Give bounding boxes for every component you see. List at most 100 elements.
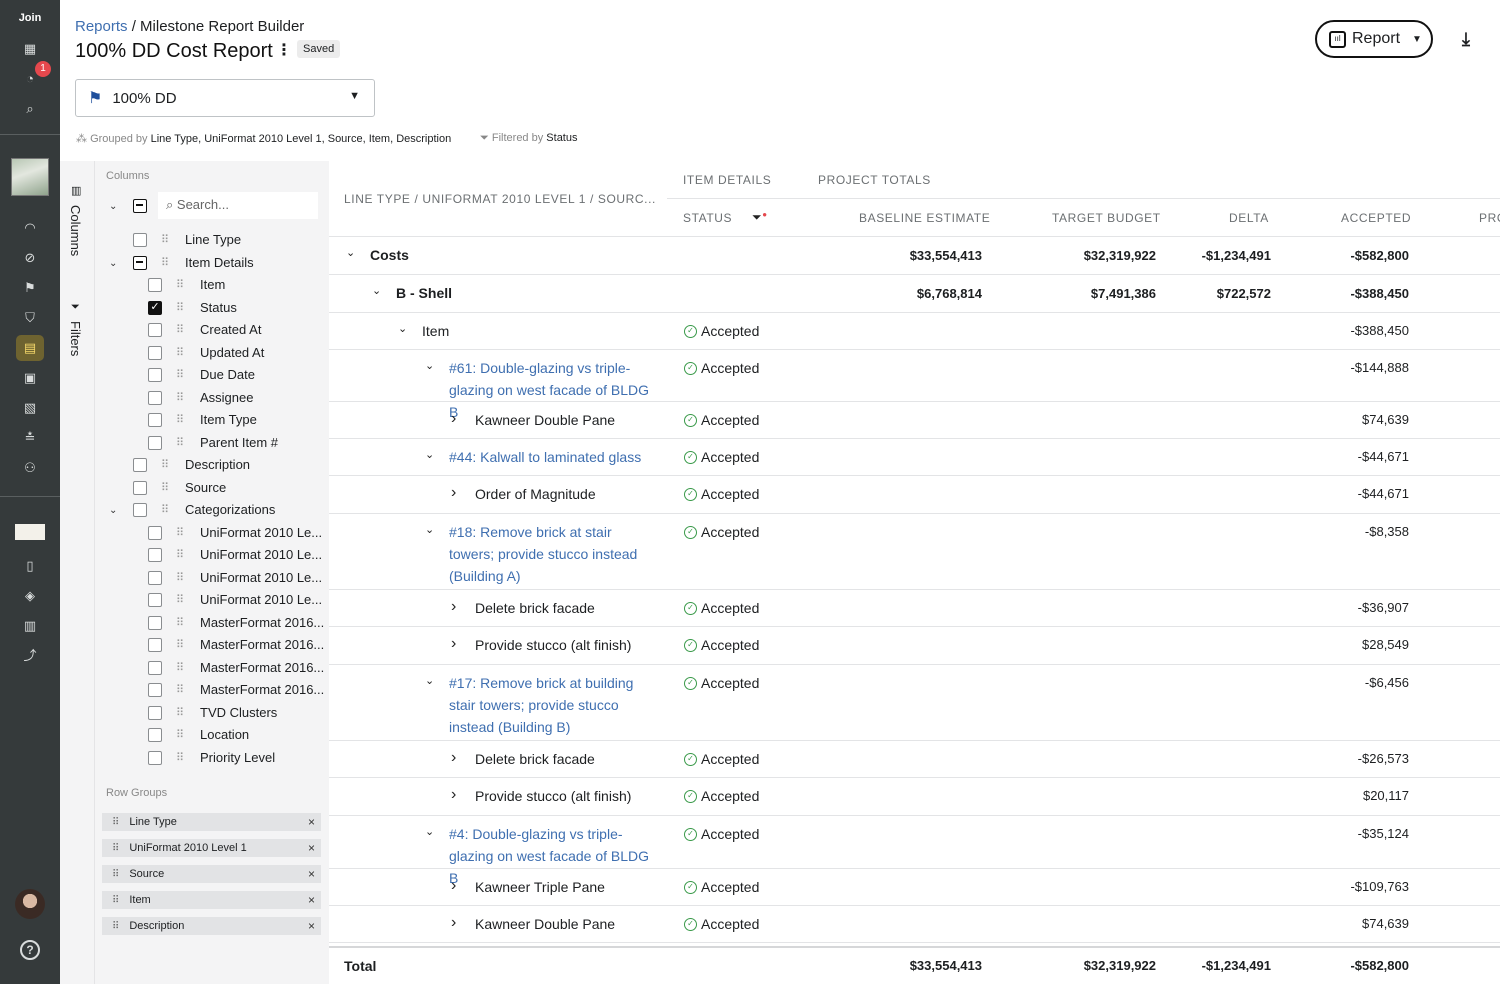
table-row[interactable]: › Kawneer Double Pane ✓ Accepted $74,639	[329, 906, 1500, 943]
column-checkbox[interactable]	[148, 525, 162, 540]
drag-handle-icon[interactable]: ⠿	[161, 256, 169, 269]
flag-icon[interactable]: ⚑	[20, 278, 40, 298]
column-search-input[interactable]: ⌕ Search...	[158, 192, 318, 219]
remove-icon[interactable]: ×	[308, 919, 315, 933]
remove-icon[interactable]: ×	[308, 893, 315, 907]
drag-handle-icon[interactable]: ⠿	[112, 921, 119, 932]
drag-handle-icon[interactable]: ⠿	[112, 817, 119, 828]
column-checkbox[interactable]	[148, 368, 162, 382]
column-checkbox[interactable]	[148, 390, 162, 405]
drag-handle-icon[interactable]: ⠿	[176, 638, 184, 651]
table-row[interactable]: › Order of Magnitude ✓ Accepted -$44,671	[329, 476, 1500, 514]
chevron-down-icon[interactable]: ⌄	[425, 674, 434, 688]
chevron-right-icon[interactable]: ›	[451, 915, 456, 931]
book-icon[interactable]: ▯	[20, 556, 40, 576]
chevron-right-icon[interactable]: ›	[451, 599, 456, 615]
row-label[interactable]: #44: Kalwall to laminated glass	[449, 446, 654, 468]
table-row[interactable]: › Kawneer Triple Pane ✓ Accepted -$109,763	[329, 869, 1500, 906]
remove-icon[interactable]: ×	[308, 841, 315, 855]
drag-handle-icon[interactable]: ⠿	[176, 346, 184, 359]
column-checkbox[interactable]	[148, 278, 162, 292]
chevron-down-icon[interactable]: ⌄	[372, 284, 381, 298]
table-row[interactable]: ⌄ #4: Double-glazing vs triple-glazing on…	[329, 816, 1500, 886]
grouped-by-summary[interactable]: ⁂ Grouped by Line Type, UniFormat 2010 L…	[76, 132, 451, 145]
drag-handle-icon[interactable]: ⠿	[176, 278, 184, 291]
column-checkbox[interactable]	[148, 615, 162, 630]
table-row[interactable]: › Delete brick facade ✓ Accepted -$36,907	[329, 590, 1500, 627]
breadcrumb-reports-link[interactable]: Reports	[75, 18, 128, 35]
column-checkbox[interactable]	[148, 413, 162, 427]
drag-handle-icon[interactable]: ⠿	[176, 368, 184, 381]
documents-icon[interactable]: ▧	[20, 398, 40, 418]
drag-handle-icon[interactable]: ⠿	[112, 895, 119, 906]
trend-icon[interactable]: ⤴	[20, 646, 40, 666]
table-row[interactable]: ⌄ #61: Double-glazing vs triple-glazing o…	[329, 350, 1500, 420]
chevron-down-icon[interactable]: ⌄	[425, 825, 434, 839]
table-row[interactable]: ⌄ Item ✓ Accepted -$388,450	[329, 313, 1500, 350]
drag-handle-icon[interactable]: ⠿	[176, 616, 184, 629]
bar-chart-icon[interactable]: ▥	[20, 616, 40, 636]
remove-icon[interactable]: ×	[308, 815, 315, 829]
drag-handle-icon[interactable]: ⠿	[176, 526, 184, 539]
row-label[interactable]: #18: Remove brick at stair towers; provi…	[449, 521, 654, 587]
select-all-checkbox[interactable]	[133, 199, 147, 213]
chevron-down-icon[interactable]: ⌄	[109, 505, 117, 516]
drag-handle-icon[interactable]: ⠿	[176, 436, 184, 449]
chevron-right-icon[interactable]: ›	[451, 787, 456, 803]
company-logo[interactable]	[15, 524, 45, 540]
gauge-icon[interactable]: ◠	[20, 218, 40, 238]
team-icon[interactable]: ⚇	[20, 458, 40, 478]
table-row[interactable]: › Delete brick facade ✓ Accepted -$26,573	[329, 741, 1500, 778]
drag-handle-icon[interactable]: ⠿	[176, 323, 184, 336]
col-baseline-header[interactable]: BASELINE ESTIMATE	[859, 211, 990, 225]
row-group-chip[interactable]: ⠿ Description ×	[102, 917, 321, 935]
table-row[interactable]: › Kawneer Double Pane ✓ Accepted $74,639	[329, 402, 1500, 439]
col-delta-header[interactable]: DELTA	[1229, 211, 1269, 225]
column-filter-icon[interactable]: ⏷●	[752, 210, 768, 225]
table-row[interactable]: ⌄ #44: Kalwall to laminated glass ✓ Accepte…	[329, 439, 1500, 476]
column-checkbox[interactable]	[148, 705, 162, 720]
chevron-down-icon[interactable]: ⌄	[425, 359, 434, 373]
col-accepted-header[interactable]: ACCEPTED	[1341, 211, 1411, 225]
column-checkbox[interactable]	[133, 503, 147, 517]
table-row[interactable]: ⌄ B - Shell $6,768,814 $7,491,386 $722,572 -$…	[329, 275, 1500, 313]
calendar-icon[interactable]: ▣	[20, 368, 40, 388]
chevron-down-icon[interactable]: ⌄	[109, 201, 117, 212]
row-label[interactable]: #17: Remove brick at building stair towe…	[449, 672, 654, 738]
avatar[interactable]	[15, 889, 45, 919]
table-row[interactable]: ⌄ Costs $33,554,413 $32,319,922 -$1,234,491 -…	[329, 237, 1500, 275]
drag-handle-icon[interactable]: ⠿	[176, 728, 184, 741]
shield-icon[interactable]: ⛉	[20, 308, 40, 328]
drag-handle-icon[interactable]: ⠿	[161, 233, 169, 246]
chevron-right-icon[interactable]: ›	[451, 878, 456, 894]
column-checkbox[interactable]	[148, 660, 162, 675]
tab-filters[interactable]: Filters	[68, 321, 83, 356]
table-row[interactable]: › Provide stucco (alt finish) ✓ Accepted $28…	[329, 627, 1500, 665]
drag-handle-icon[interactable]: ⠿	[176, 593, 184, 606]
chevron-down-icon[interactable]: ⌄	[425, 448, 434, 462]
table-row[interactable]: ⌄ #17: Remove brick at building stair tow…	[329, 665, 1500, 741]
filtered-by-summary[interactable]: ⏷ Filtered by Status	[480, 132, 577, 145]
drag-handle-icon[interactable]: ⠿	[161, 481, 169, 494]
drag-handle-icon[interactable]: ⠿	[176, 683, 184, 696]
group-column-header[interactable]: LINE TYPE / UNIFORMAT 2010 LEVEL 1 / SOU…	[344, 192, 656, 206]
chevron-right-icon[interactable]: ›	[451, 750, 456, 766]
milestone-select[interactable]: ⚑ 100% DD ▼	[75, 79, 375, 117]
drag-handle-icon[interactable]: ⠿	[176, 301, 184, 314]
chevron-down-icon[interactable]: ⌄	[346, 246, 355, 260]
chevron-down-icon[interactable]: ⌄	[425, 523, 434, 537]
drag-handle-icon[interactable]: ⠿	[161, 458, 169, 471]
tab-columns[interactable]: Columns	[68, 205, 83, 256]
row-group-chip[interactable]: ⠿ UniFormat 2010 Level 1 ×	[102, 839, 321, 857]
dashboard-icon[interactable]: ▦	[20, 39, 40, 59]
gallery-icon[interactable]: ◈	[20, 586, 40, 606]
more-options-icon[interactable]: ⋮	[276, 40, 292, 60]
drag-handle-icon[interactable]: ⠿	[176, 548, 184, 561]
row-group-chip[interactable]: ⠿ Item ×	[102, 891, 321, 909]
chevron-right-icon[interactable]: ›	[451, 411, 456, 427]
drag-handle-icon[interactable]: ⠿	[176, 751, 184, 764]
help-icon[interactable]: ?	[20, 940, 40, 960]
column-checkbox[interactable]	[148, 345, 162, 360]
drag-handle-icon[interactable]: ⠿	[161, 503, 169, 516]
column-checkbox[interactable]	[148, 548, 162, 562]
